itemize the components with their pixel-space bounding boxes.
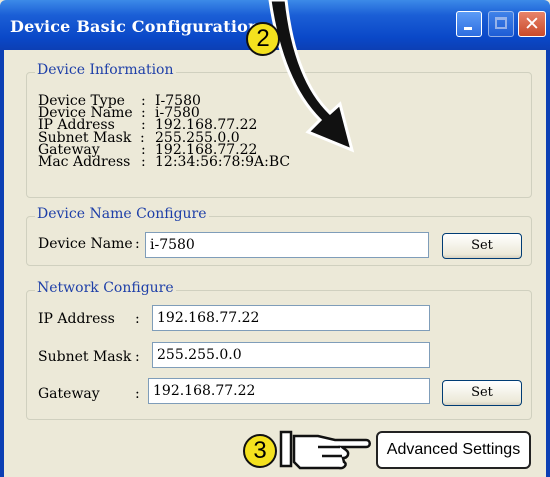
annotation-overlay [268, 0, 371, 470]
step-2-marker: 2 [246, 22, 280, 56]
pointing-hand-icon [279, 430, 371, 470]
curved-arrow-icon [268, 0, 355, 153]
step-3-marker: 3 [243, 434, 277, 468]
